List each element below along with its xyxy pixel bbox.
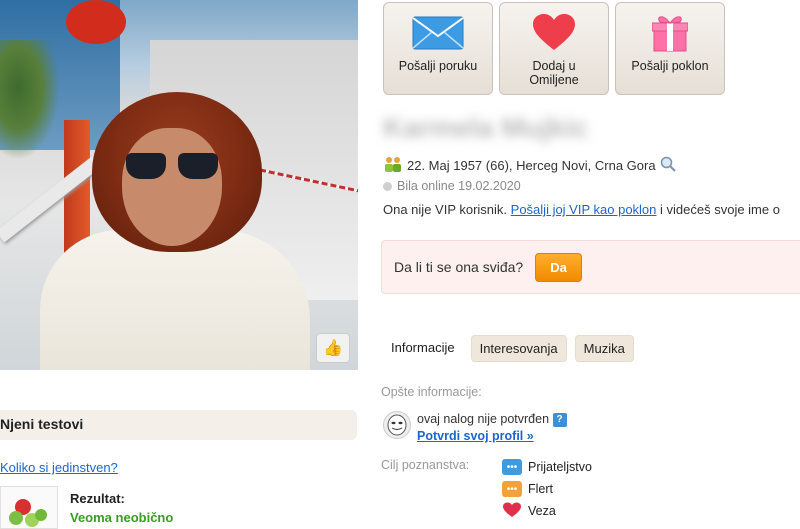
photo-sunglasses <box>124 153 220 179</box>
profile-tabs: Informacije Interesovanja Muzika <box>383 335 634 362</box>
add-favorite-button[interactable]: Dodaj u Omiljene <box>499 2 609 95</box>
goals-list: ••• Prijateljstvo ••• Flert Veza <box>502 456 592 522</box>
online-status-text: Bila online 19.02.2020 <box>397 179 521 193</box>
goal-friendship: ••• Prijateljstvo <box>502 456 592 478</box>
test-link[interactable]: Koliko si jedinstven? <box>0 460 118 475</box>
goal-flirt: ••• Flert <box>502 478 592 500</box>
online-status: Bila online 19.02.2020 <box>383 179 521 193</box>
help-icon[interactable]: ? <box>552 412 567 427</box>
verification-block: ovaj nalog nije potvrđen ? Potvrdi svoj … <box>383 411 567 445</box>
unverified-text: ovaj nalog nije potvrđen <box>417 412 550 426</box>
profile-photo[interactable]: 👍 <box>0 0 358 370</box>
general-info-label: Opšte informacije: <box>381 385 482 399</box>
goal-relationship-label: Veza <box>528 504 556 518</box>
birth-location-line: 22. Maj 1957 (66), Herceg Novi, Crna Gor… <box>383 156 676 175</box>
chat-icon: ••• <box>502 459 522 475</box>
birth-location-text: 22. Maj 1957 (66), Herceg Novi, Crna Gor… <box>407 158 656 173</box>
result-value: Veoma neobično <box>70 510 174 525</box>
send-message-label: Pošalji poruku <box>398 59 478 73</box>
action-buttons: Pošalji poruku Dodaj u Omiljene Pošalji … <box>383 2 725 95</box>
anonymous-mask-icon <box>383 411 411 439</box>
tab-muzika[interactable]: Muzika <box>574 335 634 362</box>
like-question: Da li ti se ona sviđa? <box>394 259 524 275</box>
photo-person-face <box>122 128 222 246</box>
thumbs-up-icon[interactable]: 👍 <box>316 333 350 363</box>
goals-label: Cilj poznanstva: <box>381 458 470 472</box>
gift-icon <box>652 13 688 53</box>
tests-header: Njeni testovi <box>0 410 357 440</box>
status-dot-icon <box>383 181 392 191</box>
magnifier-icon[interactable] <box>660 156 676 175</box>
goal-flirt-label: Flert <box>528 482 553 496</box>
send-message-button[interactable]: Pošalji poruku <box>383 2 493 95</box>
goal-relationship: Veza <box>502 500 592 522</box>
verify-profile-link[interactable]: Potvrdi svoj profil » <box>417 429 534 443</box>
add-favorite-label: Dodaj u Omiljene <box>529 59 579 87</box>
vip-line: Ona nije VIP korisnik. Pošalji joj VIP k… <box>383 202 780 217</box>
photo-red-buoy <box>66 0 126 44</box>
test-result-image <box>0 486 58 529</box>
vip-gift-link[interactable]: Pošalji joj VIP kao poklon <box>511 202 657 217</box>
yes-button[interactable]: Da <box>535 252 582 282</box>
profile-name: Karmela Mujkic <box>383 112 589 143</box>
people-icon <box>383 156 403 175</box>
photo-palm <box>0 40 60 160</box>
like-prompt-box: Da li ti se ona sviđa? Da <box>381 240 800 294</box>
result-label: Rezultat: <box>70 491 125 506</box>
tab-informacije[interactable]: Informacije <box>383 335 463 362</box>
vip-text-before: Ona nije VIP korisnik. <box>383 202 511 217</box>
heart-icon <box>532 13 576 53</box>
goal-friendship-label: Prijateljstvo <box>528 460 592 474</box>
tab-interesovanja[interactable]: Interesovanja <box>470 335 567 362</box>
chat-icon: ••• <box>502 481 522 497</box>
envelope-icon <box>412 13 464 53</box>
heart-icon <box>502 502 522 521</box>
vip-text-after: i videćeš svoje ime o <box>656 202 780 217</box>
send-gift-label: Pošalji poklon <box>631 59 709 73</box>
send-gift-button[interactable]: Pošalji poklon <box>615 2 725 95</box>
